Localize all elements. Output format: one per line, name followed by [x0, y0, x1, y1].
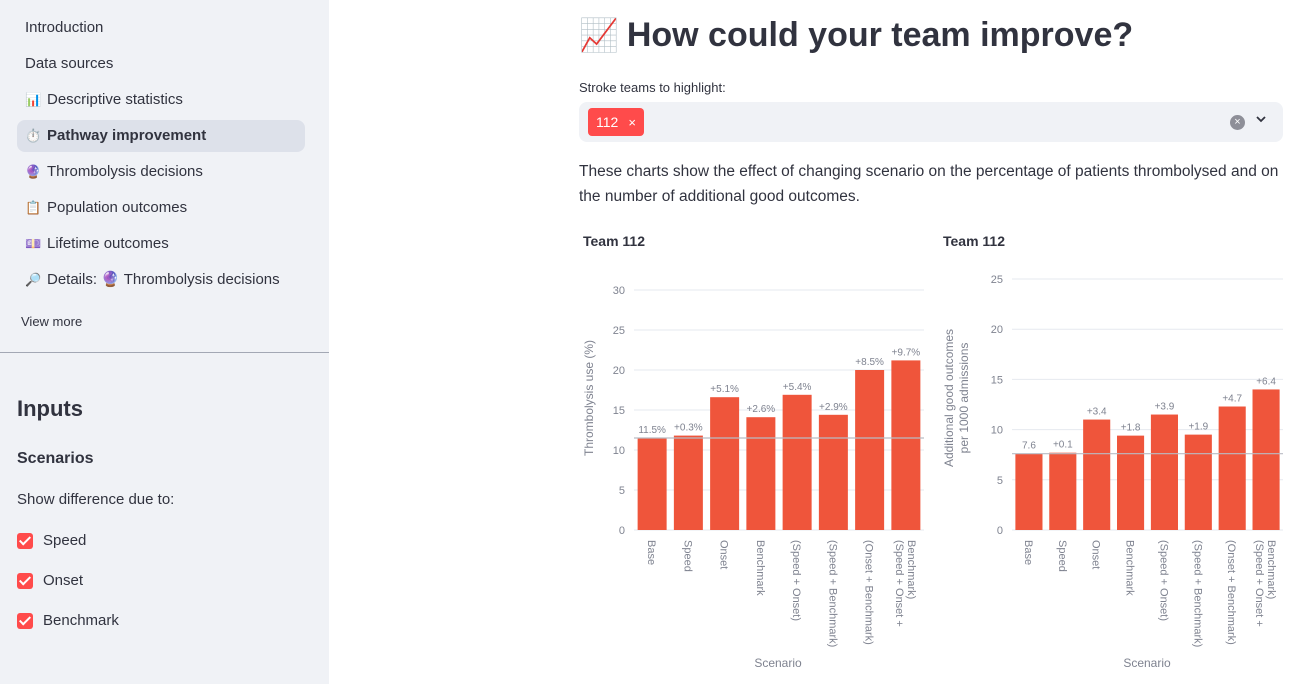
- y-tick-label: 25: [991, 274, 1003, 286]
- y-tick-label: 0: [997, 525, 1003, 537]
- bar: [1150, 414, 1178, 530]
- y-tick-label: 0: [619, 525, 625, 537]
- y-tick-label: 10: [991, 425, 1003, 437]
- x-axis-title: Scenario: [1123, 656, 1171, 670]
- bar: [673, 435, 703, 530]
- bar-value-label: +5.4%: [783, 382, 812, 393]
- y-axis-title: Thrombolysis use (%): [582, 340, 596, 456]
- bar-value-label: +6.4: [1256, 376, 1276, 387]
- bar-value-label: 11.5%: [638, 425, 666, 436]
- bar: [782, 394, 812, 530]
- bar: [1117, 435, 1145, 530]
- x-tick-label: Onset: [718, 540, 730, 569]
- bar-value-label: +8.5%: [855, 357, 884, 368]
- bar-value-label: +2.6%: [747, 404, 776, 415]
- y-tick-label: 5: [619, 485, 625, 497]
- charts-canvas: 0 5 10 15 20 25 30 11.5% Base +0.3% Speed +5.1% Onse…: [582, 274, 1283, 670]
- x-tick-label: (Onset + Benchmark): [1225, 540, 1237, 645]
- bar-value-label: +3.4: [1087, 407, 1107, 418]
- bar-value-label: +0.3%: [674, 423, 703, 434]
- x-tick-label: (Speed + Onset): [1157, 540, 1169, 621]
- x-tick-label: (Speed + Onset): [790, 540, 802, 621]
- x-tick-label: (Speed + Onset +: [893, 540, 905, 627]
- x-tick-label: Benchmark): [905, 540, 917, 599]
- bar: [891, 360, 921, 530]
- bar-value-label: +4.7: [1222, 394, 1242, 405]
- x-axis-title: Scenario: [754, 656, 802, 670]
- x-tick-label: (Speed + Onset +: [1253, 540, 1265, 627]
- bar-value-label: +1.9: [1188, 422, 1208, 433]
- bar-value-label: +1.8: [1121, 423, 1141, 434]
- bar: [855, 370, 885, 530]
- bar-value-label: +3.9: [1155, 402, 1175, 413]
- bar: [1049, 452, 1077, 530]
- x-tick-label: Speed: [1056, 540, 1068, 572]
- x-tick-label: Onset: [1090, 540, 1102, 569]
- bar: [818, 414, 848, 530]
- y-axis-title-line2: per 1000 admissions: [957, 343, 971, 454]
- x-tick-label: (Onset + Benchmark): [863, 540, 875, 645]
- y-tick-label: 5: [997, 475, 1003, 487]
- x-tick-label: (Speed + Benchmark): [1191, 540, 1203, 647]
- y-tick-label: 10: [613, 445, 625, 457]
- bar-value-label: 7.6: [1022, 441, 1036, 452]
- bar-value-label: +9.7%: [892, 347, 921, 358]
- y-tick-label: 25: [613, 325, 625, 337]
- bar: [710, 397, 740, 530]
- bar: [1015, 453, 1043, 530]
- bar: [1184, 434, 1212, 530]
- y-axis-title: Additional good outcomes: [942, 329, 956, 467]
- y-tick-label: 15: [613, 405, 625, 417]
- bar-value-label: +2.9%: [819, 402, 848, 413]
- x-tick-label: Base: [1022, 540, 1034, 565]
- bar-value-label: +0.1: [1053, 440, 1073, 451]
- y-tick-label: 30: [613, 285, 625, 297]
- y-tick-label: 20: [613, 365, 625, 377]
- bar: [1218, 406, 1246, 530]
- x-tick-label: Benchmark: [1124, 540, 1136, 596]
- x-tick-label: Benchmark): [1265, 540, 1277, 599]
- bar: [637, 438, 667, 530]
- y-tick-label: 15: [991, 374, 1003, 386]
- bar: [746, 417, 776, 530]
- x-tick-label: (Speed + Benchmark): [826, 540, 838, 647]
- bar-value-label: +5.1%: [710, 384, 739, 395]
- x-tick-label: Base: [645, 540, 657, 565]
- bar: [1252, 389, 1280, 530]
- bar: [1083, 419, 1111, 530]
- y-tick-label: 20: [991, 324, 1003, 336]
- x-tick-label: Speed: [681, 540, 693, 572]
- x-tick-label: Benchmark: [754, 540, 766, 596]
